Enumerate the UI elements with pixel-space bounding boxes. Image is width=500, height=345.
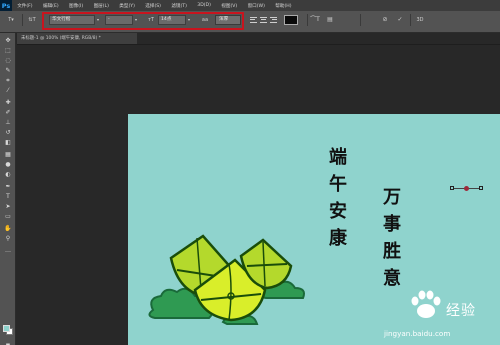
baidu-paw-logo: [411, 290, 441, 318]
foreground-color-swatch[interactable]: [3, 325, 10, 332]
path-select-tool-icon[interactable]: ➤: [3, 203, 13, 211]
tools-panel: ✥ ⬚ ◌ ✎ ⌗ ⁄ ✚ ✐ ⊥ ↺ ◧ ▦ ● ◐ ✒ T ➤ ▭ ✋ ⚲ …: [0, 33, 16, 345]
panels-icon[interactable]: ▤: [325, 15, 335, 25]
chevron-down-icon[interactable]: ▾: [133, 15, 139, 25]
blur-tool-icon[interactable]: ●: [3, 161, 13, 169]
shape-tool-icon[interactable]: ▭: [3, 213, 13, 221]
anti-alias-icon: aa: [201, 17, 209, 23]
divider: [22, 14, 23, 26]
vertical-text-left: 端 午 安 康: [327, 144, 349, 252]
crop-tool-icon[interactable]: ⌗: [3, 77, 13, 85]
text-color-swatch[interactable]: [284, 15, 298, 25]
font-style-field[interactable]: -: [105, 15, 133, 25]
warp-text-icon[interactable]: ⌒T: [310, 15, 320, 25]
app-logo: Ps: [0, 0, 12, 11]
text-char: 意: [383, 268, 401, 289]
zongzi-illustration: [148, 234, 305, 325]
menu-edit[interactable]: 编辑(E): [38, 3, 64, 9]
font-family-field[interactable]: 华文行楷: [49, 15, 95, 25]
font-size-field[interactable]: 14点: [158, 15, 186, 25]
type-tool-preset-icon[interactable]: T▾: [4, 15, 18, 25]
type-tool-icon[interactable]: T: [3, 193, 13, 201]
menu-help[interactable]: 帮助(H): [270, 3, 297, 9]
marquee-tool-icon[interactable]: ⬚: [3, 47, 13, 55]
menu-file[interactable]: 文件(F): [12, 3, 38, 9]
menu-image[interactable]: 图像(I): [64, 3, 89, 9]
text-char: 安: [329, 201, 347, 222]
brush-tool-icon[interactable]: ✐: [3, 109, 13, 117]
move-tool-icon[interactable]: ✥: [3, 37, 13, 45]
divider: [307, 14, 308, 26]
font-size-icon: тT: [148, 17, 154, 23]
chevron-down-icon[interactable]: ▾: [186, 15, 192, 25]
clone-stamp-tool-icon[interactable]: ⊥: [3, 119, 13, 127]
healing-brush-tool-icon[interactable]: ✚: [3, 99, 13, 107]
eyedropper-tool-icon[interactable]: ⁄: [3, 87, 13, 95]
more-tools-icon[interactable]: …: [3, 247, 13, 255]
text-char: 康: [329, 228, 347, 249]
check-icon[interactable]: ✓: [395, 15, 405, 25]
history-brush-tool-icon[interactable]: ↺: [3, 129, 13, 137]
text-char: 万: [383, 187, 401, 208]
3d-button[interactable]: 3D: [414, 15, 426, 25]
tab-divider: [17, 44, 500, 45]
photoshop-window: Ps 文件(F) 编辑(E) 图像(I) 图层(L) 类型(Y) 选择(S) 滤…: [0, 0, 500, 345]
lasso-tool-icon[interactable]: ◌: [3, 57, 13, 65]
menu-select[interactable]: 选择(S): [140, 3, 166, 9]
gradient-tool-icon[interactable]: ▦: [3, 151, 13, 159]
transform-center-point[interactable]: [464, 186, 469, 191]
zoom-tool-icon[interactable]: ⚲: [3, 235, 13, 243]
document-tab[interactable]: 未标题-1 @ 100% (端午安康, RGB/8) *: [17, 33, 137, 44]
pen-tool-icon[interactable]: ✒: [3, 183, 13, 191]
transform-handle[interactable]: [479, 186, 483, 190]
text-char: 胜: [383, 241, 401, 262]
menu-type[interactable]: 类型(Y): [114, 3, 140, 9]
vertical-text-right: 万 事 胜 意: [381, 184, 403, 292]
text-char: 事: [383, 214, 401, 235]
align-right-icon[interactable]: [270, 15, 277, 25]
menu-filter[interactable]: 滤镜(T): [166, 3, 192, 9]
divider: [360, 14, 361, 26]
text-char: 端: [329, 147, 347, 168]
transform-handle[interactable]: [450, 186, 454, 190]
quick-select-tool-icon[interactable]: ✎: [3, 67, 13, 75]
hand-tool-icon[interactable]: ✋: [3, 225, 13, 233]
anti-alias-field[interactable]: 浑厚: [215, 15, 241, 25]
chevron-down-icon[interactable]: ▾: [95, 15, 101, 25]
menu-3d[interactable]: 3D(D): [192, 3, 216, 8]
watermark-url: jingyan.baidu.com: [384, 329, 451, 338]
cancel-icon[interactable]: ⊘: [380, 15, 390, 25]
document-canvas[interactable]: 端 午 安 康 万 事 胜 意: [128, 114, 500, 345]
text-orientation-icon[interactable]: ⇅T: [27, 15, 37, 25]
align-center-icon[interactable]: [260, 15, 267, 25]
menu-layer[interactable]: 图层(L): [88, 3, 114, 9]
menu-bar: Ps 文件(F) 编辑(E) 图像(I) 图层(L) 类型(Y) 选择(S) 滤…: [0, 0, 500, 11]
align-left-icon[interactable]: [250, 15, 257, 25]
text-char: 午: [329, 174, 347, 195]
menu-view[interactable]: 视图(V): [216, 3, 242, 9]
eraser-tool-icon[interactable]: ◧: [3, 139, 13, 147]
watermark-brand: 经验: [446, 303, 476, 319]
divider: [410, 14, 411, 26]
dodge-tool-icon[interactable]: ◐: [3, 171, 13, 179]
menu-window[interactable]: 窗口(W): [242, 3, 270, 9]
